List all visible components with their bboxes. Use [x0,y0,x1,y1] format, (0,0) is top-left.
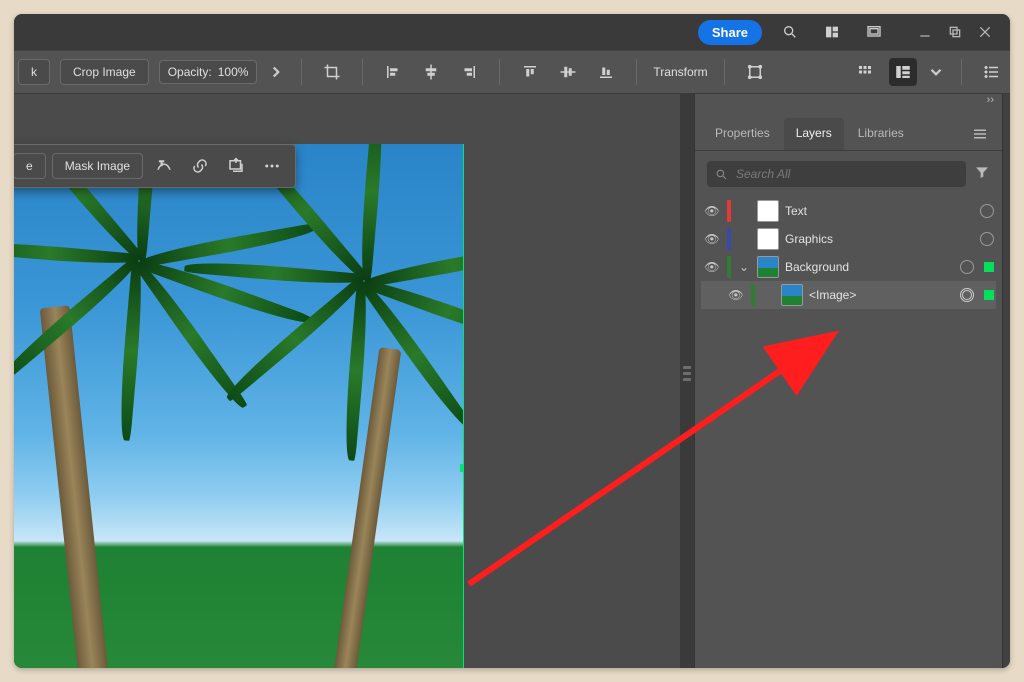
layer-search-input[interactable] [736,167,958,181]
selection-handle[interactable] [460,464,464,472]
options-bar: k Crop Image Opacity: 100% Transform [14,50,1010,94]
panel-rail[interactable] [1002,94,1010,668]
document-canvas[interactable] [14,144,464,668]
layer-search-box[interactable] [707,161,966,187]
visibility-toggle-icon[interactable]: 👁 [703,232,721,246]
divider [636,59,637,85]
divider [961,59,962,85]
layer-thumbnail [757,228,779,250]
align-vcenter-icon[interactable] [554,58,582,86]
opacity-control[interactable]: Opacity: 100% [159,60,258,84]
collapse-icon[interactable]: ⌄ [737,260,751,274]
app-window: Share k Crop Image Opacity: 100% [14,14,1010,668]
context-toolbar: e Mask Image T [14,144,296,188]
layer-row-background[interactable]: 👁 ⌄ Background [701,253,996,281]
svg-text:T: T [160,160,164,167]
layer-row-graphics[interactable]: 👁 Graphics [701,225,996,253]
search-icon[interactable] [776,18,804,46]
panel-menu-icon[interactable] [966,120,994,148]
align-hcenter-icon[interactable] [417,58,445,86]
screen-mode-icon[interactable] [860,18,888,46]
align-left-icon[interactable] [379,58,407,86]
layer-list: 👁 Text 👁 Graphics 👁 [695,193,1002,309]
panel-collapse-icon[interactable]: ›› [695,94,1002,118]
crop-tool-icon[interactable] [318,58,346,86]
align-bottom-icon[interactable] [592,58,620,86]
search-icon [715,168,728,181]
share-button[interactable]: Share [698,20,762,45]
layer-row-image[interactable]: 👁 <Image> [701,281,996,309]
window-system-buttons [910,18,1000,46]
crop-image-button[interactable]: Crop Image [60,59,149,85]
workspace-switcher-icon[interactable] [818,18,846,46]
truncated-button-1[interactable]: k [18,59,50,85]
selection-edge [463,144,464,668]
layer-search-row [695,151,1002,193]
layer-name[interactable]: Background [785,260,954,274]
layout-dropdown-icon[interactable] [927,63,945,81]
divider [499,59,500,85]
target-icon[interactable] [980,232,994,246]
window-titlebar: Share [14,14,1010,50]
layer-color-stripe [727,228,731,250]
target-icon[interactable] [960,288,974,302]
target-icon[interactable] [960,260,974,274]
divider [724,59,725,85]
content-area: e Mask Image T ›› [14,94,1010,668]
panel-layout-icon[interactable] [889,58,917,86]
opacity-value: 100% [218,65,249,79]
tab-properties[interactable]: Properties [703,118,782,150]
selection-indicator [984,262,994,272]
layer-row-text[interactable]: 👁 Text [701,197,996,225]
visibility-toggle-icon[interactable]: 👁 [727,288,745,302]
window-close-button[interactable] [970,18,1000,46]
grid-small-icon[interactable] [851,58,879,86]
tab-layers[interactable]: Layers [784,118,844,150]
target-icon[interactable] [980,204,994,218]
layer-color-stripe [751,284,755,306]
window-minimize-button[interactable] [910,18,940,46]
list-view-icon[interactable] [978,58,1006,86]
canvas-area[interactable]: e Mask Image T [14,94,680,668]
layer-name[interactable]: Graphics [785,232,974,246]
text-on-path-icon[interactable]: T [149,151,179,181]
place-image-icon[interactable] [221,151,251,181]
more-options-icon[interactable] [257,151,287,181]
link-icon[interactable] [185,151,215,181]
align-right-icon[interactable] [455,58,483,86]
tab-libraries[interactable]: Libraries [846,118,916,150]
divider [362,59,363,85]
align-top-icon[interactable] [516,58,544,86]
window-maximize-button[interactable] [940,18,970,46]
layer-thumbnail [781,284,803,306]
layer-color-stripe [727,256,731,278]
transform-label[interactable]: Transform [653,65,707,79]
selection-indicator [984,290,994,300]
mask-image-button[interactable]: Mask Image [52,153,143,179]
divider [301,59,302,85]
layer-name[interactable]: Text [785,204,974,218]
free-transform-icon[interactable] [741,58,769,86]
opacity-label: Opacity: [168,65,212,79]
panel-gutter[interactable] [680,94,694,668]
right-panel: ›› Properties Layers Libraries 👁 [694,94,1002,668]
layer-color-stripe [727,200,731,222]
filter-icon[interactable] [974,164,990,185]
layer-thumbnail [757,256,779,278]
opacity-more-icon[interactable] [267,63,285,81]
panel-tabs: Properties Layers Libraries [695,118,1002,151]
layer-thumbnail [757,200,779,222]
placed-image[interactable] [14,144,464,668]
truncated-button-2[interactable]: e [14,153,46,179]
layer-name[interactable]: <Image> [809,288,954,302]
visibility-toggle-icon[interactable]: 👁 [703,260,721,274]
visibility-toggle-icon[interactable]: 👁 [703,204,721,218]
